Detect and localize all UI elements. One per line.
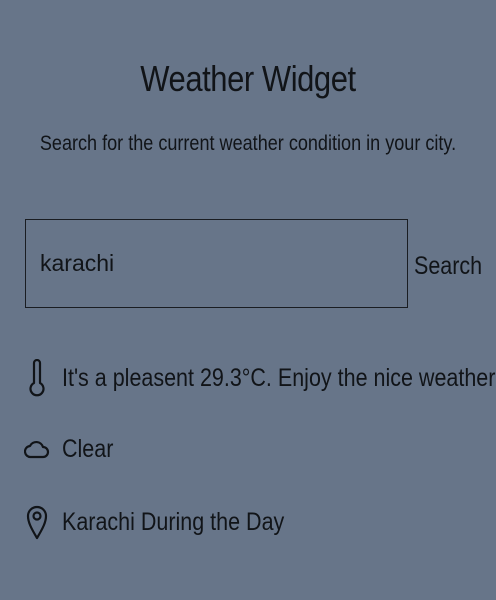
city-search-input[interactable] [25,219,408,308]
location-text: Karachi During the Day [62,507,285,536]
page-subtitle: Search for the current weather condition… [39,132,457,155]
thermometer-icon [24,358,50,398]
weather-widget: Weather Widget Search for the current we… [0,0,496,600]
map-pin-icon [24,502,50,542]
cloud-icon [24,429,50,469]
search-button[interactable]: Search [414,246,482,286]
temperature-row: It's a pleasent 29.3°C. Enjoy the nice w… [24,358,496,398]
condition-row: Clear [24,429,122,469]
temperature-text: It's a pleasent 29.3°C. Enjoy the nice w… [62,363,496,392]
condition-text: Clear [62,434,114,463]
location-row: Karachi During the Day [24,502,320,542]
page-title: Weather Widget [140,58,356,99]
